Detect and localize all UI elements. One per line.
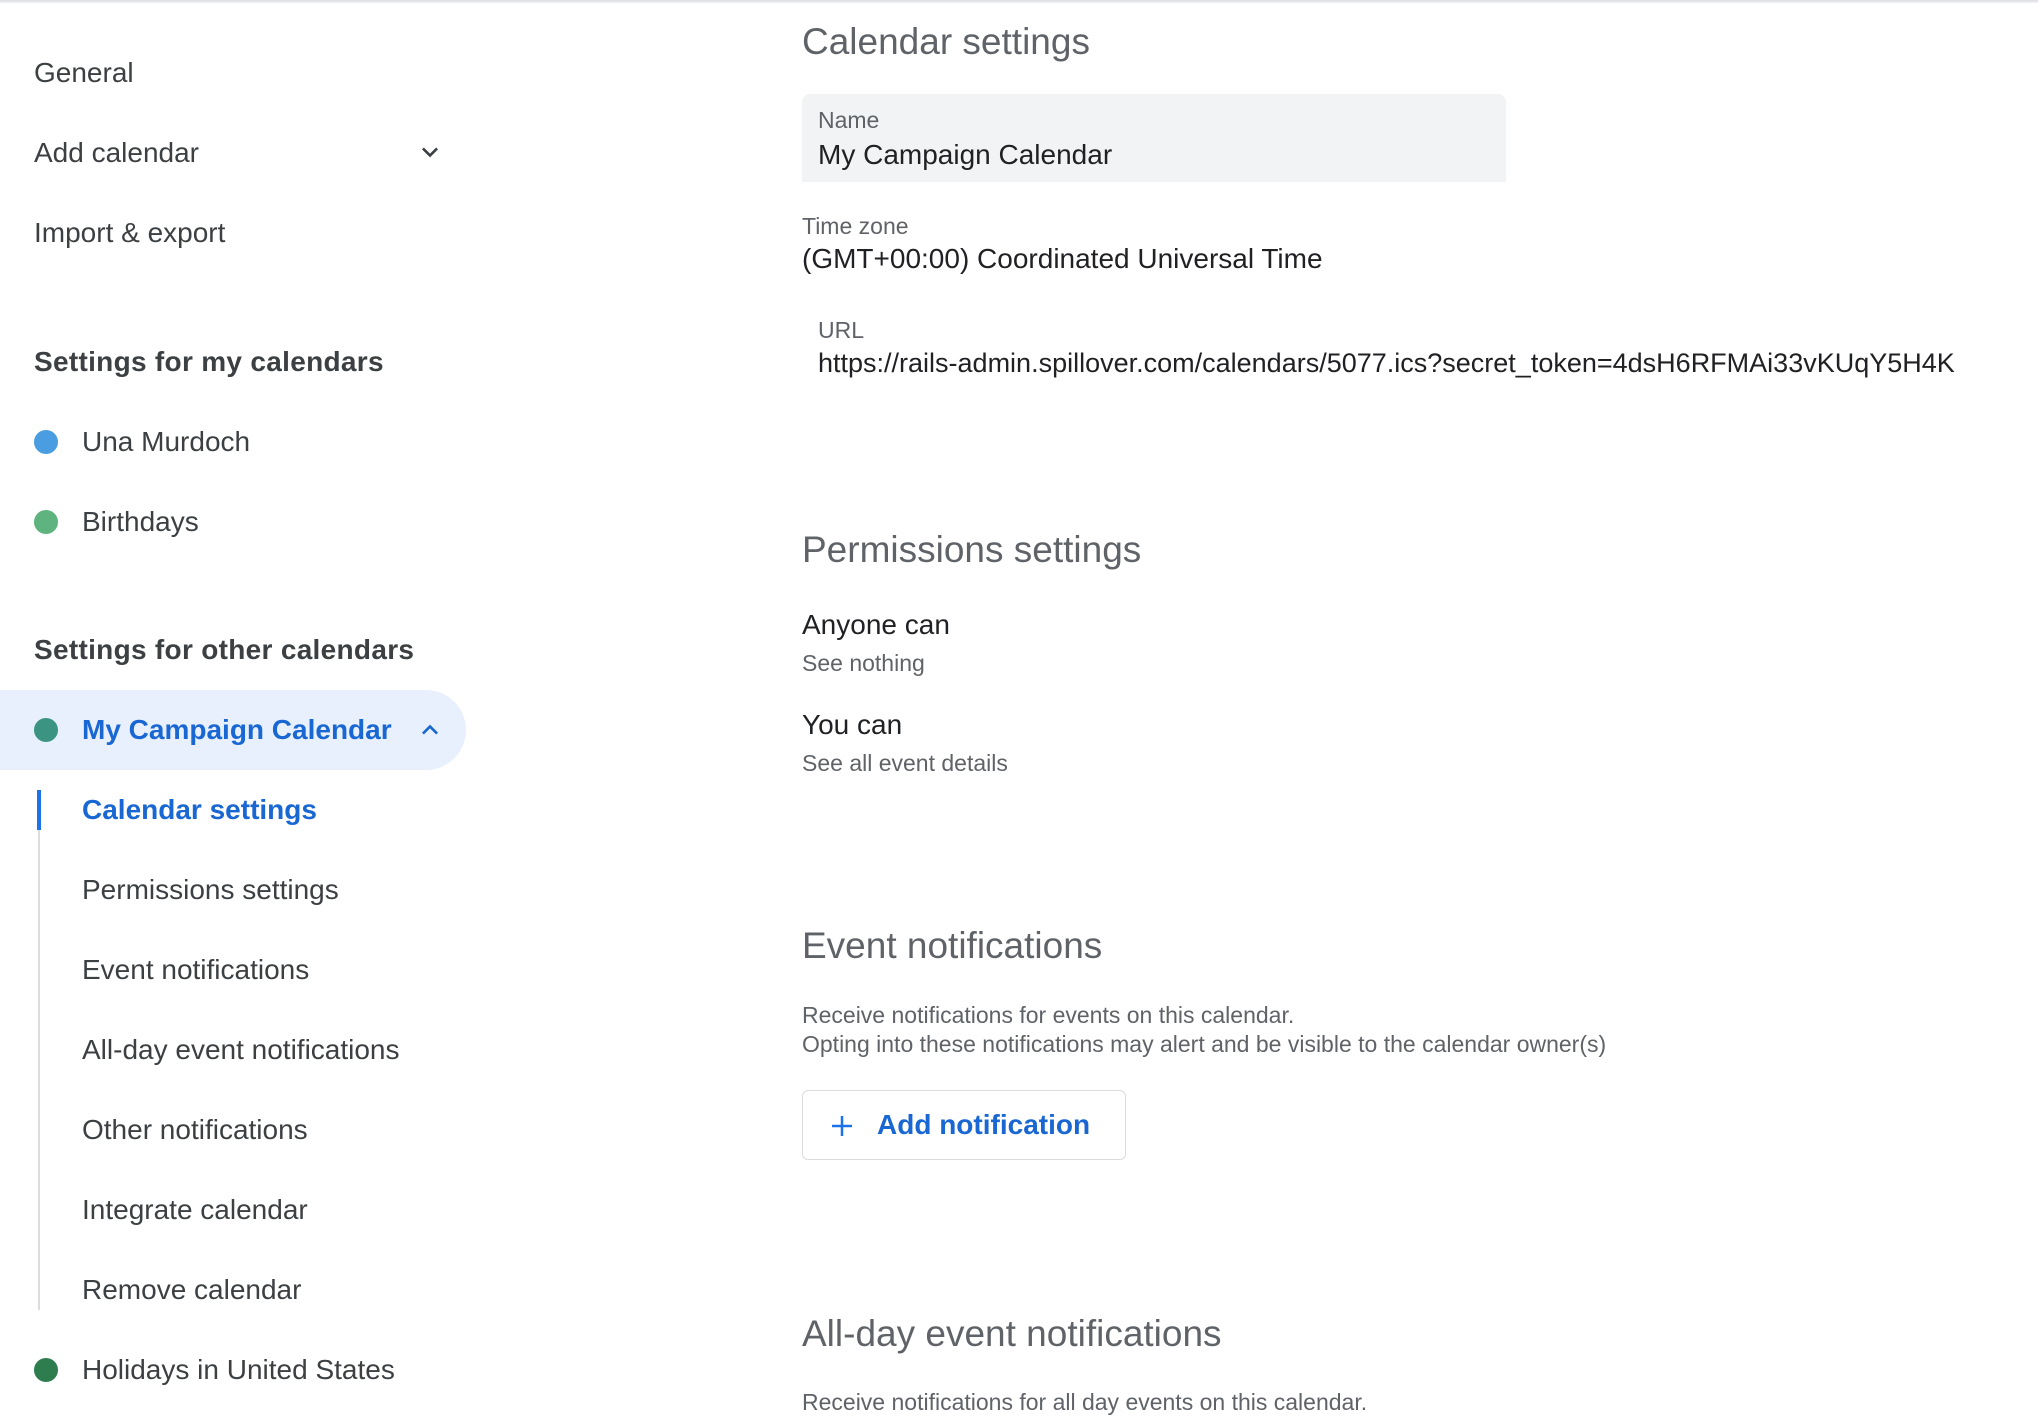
subnav-integrate-calendar[interactable]: Integrate calendar: [82, 1190, 308, 1230]
calendar-label: Holidays in United States: [82, 1354, 395, 1385]
subnav-track: [38, 790, 40, 1310]
nav-general[interactable]: General: [34, 53, 134, 93]
nav-import-export[interactable]: Import & export: [34, 213, 225, 253]
event-notifications-desc-2: Opting into these notifications may aler…: [802, 1031, 1607, 1057]
settings-sidebar: General Add calendar Import & export Set…: [0, 0, 480, 1402]
subnav-permissions-settings[interactable]: Permissions settings: [82, 870, 339, 910]
calendar-label: Una Murdoch: [82, 426, 251, 457]
add-notification-button[interactable]: Add notification: [802, 1090, 1126, 1160]
anyone-can-title: Anyone can: [802, 609, 950, 640]
settings-main: Calendar settings Name My Campaign Calen…: [802, 0, 2038, 1415]
calendar-color-dot: [34, 1358, 58, 1382]
calendar-item-my-campaign-calendar[interactable]: My Campaign Calendar: [0, 690, 466, 770]
calendar-name-field[interactable]: Name My Campaign Calendar: [802, 94, 1506, 182]
calendar-item-holidays[interactable]: Holidays in United States: [0, 1330, 466, 1410]
permissions-settings-heading: Permissions settings: [802, 529, 1142, 570]
calendar-color-dot: [34, 510, 58, 534]
calendar-url-value[interactable]: https://rails-admin.spillover.com/calend…: [818, 344, 1955, 382]
subnav-allday-event-notifications[interactable]: All-day event notifications: [82, 1030, 400, 1070]
url-label: URL: [818, 317, 865, 343]
chevron-up-icon[interactable]: [414, 714, 446, 746]
subnav-remove-calendar[interactable]: Remove calendar: [82, 1270, 301, 1310]
subnav-active-indicator: [37, 790, 41, 830]
allday-notifications-desc-1: Receive notifications for all day events…: [802, 1389, 1368, 1415]
subnav-other-notifications[interactable]: Other notifications: [82, 1110, 308, 1150]
calendar-color-dot: [34, 430, 58, 454]
plus-icon: [832, 1116, 852, 1136]
name-field-label: Name: [818, 107, 880, 133]
subnav-calendar-settings[interactable]: Calendar settings: [82, 790, 317, 830]
you-can-value: See all event details: [802, 750, 1008, 776]
calendar-item-una-murdoch[interactable]: Una Murdoch: [0, 402, 466, 482]
event-notifications-desc-1: Receive notifications for events on this…: [802, 1002, 1295, 1028]
nav-add-calendar[interactable]: Add calendar: [34, 133, 199, 173]
calendar-settings-heading: Calendar settings: [802, 21, 1090, 62]
calendar-color-dot: [34, 718, 58, 742]
chevron-down-icon[interactable]: [414, 136, 446, 168]
add-notification-label: Add notification: [877, 1109, 1091, 1140]
other-calendars-heading: Settings for other calendars: [34, 634, 415, 665]
allday-notifications-heading: All-day event notifications: [802, 1313, 1222, 1354]
you-can-title: You can: [802, 709, 903, 740]
subnav-event-notifications[interactable]: Event notifications: [82, 950, 309, 990]
timezone-value: (GMT+00:00) Coordinated Universal Time: [802, 243, 1323, 274]
calendar-label: My Campaign Calendar: [82, 714, 392, 745]
event-notifications-heading: Event notifications: [802, 925, 1103, 966]
calendar-item-birthdays[interactable]: Birthdays: [0, 482, 466, 562]
anyone-can-value: See nothing: [802, 650, 925, 676]
calendar-label: Birthdays: [82, 506, 199, 537]
my-calendars-heading: Settings for my calendars: [34, 346, 384, 377]
timezone-label: Time zone: [802, 213, 909, 239]
name-field-value[interactable]: My Campaign Calendar: [818, 136, 1112, 174]
